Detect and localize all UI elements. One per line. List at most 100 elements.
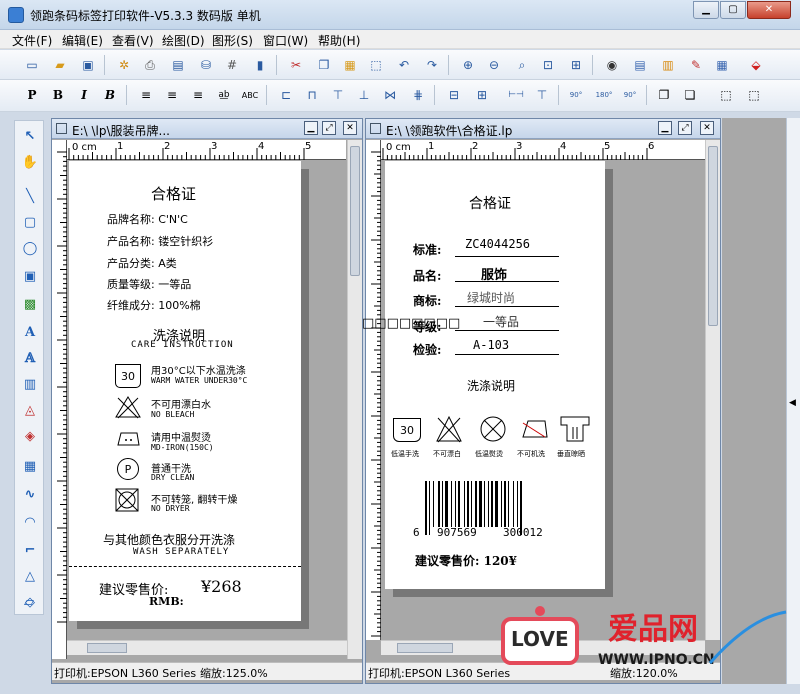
parallelogram-icon[interactable]: ▱	[18, 591, 40, 613]
align-right-icon[interactable]: ≡	[188, 85, 208, 105]
paste-icon[interactable]: ▦	[340, 55, 360, 75]
doc2-close-button[interactable]: ✕	[700, 121, 714, 135]
battery-icon[interactable]: ▮	[250, 55, 270, 75]
align-left-icon[interactable]: ≡	[136, 85, 156, 105]
care-caption-1[interactable]: 低温手洗	[391, 449, 419, 459]
menu-view[interactable]: 查看(V)	[112, 32, 154, 49]
triangle-icon[interactable]: △	[19, 565, 41, 587]
care-en-3[interactable]: MD-IRON(150C)	[151, 443, 214, 452]
row-grade-value[interactable]: 一等品	[483, 313, 519, 330]
doc1-minimize-button[interactable]: ▁	[304, 121, 318, 135]
curve-icon[interactable]: ∿	[19, 483, 41, 505]
no-bleach-icon[interactable]	[435, 415, 463, 443]
separate-wash-cn[interactable]: 与其他颜色衣服分开洗涤	[103, 531, 235, 548]
field-category[interactable]: 产品分类: A类	[107, 255, 177, 271]
h-scroll-thumb[interactable]	[87, 643, 127, 653]
label-canvas-1[interactable]: 合格证 品牌名称: C'N'C 产品名称: 镂空针织衫 产品分类: A类 质量等…	[69, 161, 301, 621]
document-1-horizontal-scrollbar[interactable]	[67, 640, 347, 655]
row-inspect-value[interactable]: A-103	[473, 338, 509, 352]
price-value[interactable]: ¥268	[201, 577, 242, 596]
lock-icon[interactable]: ▤	[630, 55, 650, 75]
ungroup-icon[interactable]: ⬚	[744, 85, 764, 105]
care-caption-5[interactable]: 垂直晾晒	[557, 449, 585, 459]
no-tumble-dry-icon[interactable]	[115, 488, 139, 512]
doc1-close-button[interactable]: ✕	[343, 121, 357, 135]
doc2-minimize-button[interactable]: ▁	[658, 121, 672, 135]
wash-title[interactable]: 洗涤说明	[467, 377, 515, 394]
line-icon[interactable]: ╲	[19, 185, 41, 207]
no-machine-wash-icon[interactable]	[519, 417, 549, 441]
rotate-90-button[interactable]: 90°	[566, 85, 586, 105]
document-1-vertical-scrollbar[interactable]	[347, 140, 362, 659]
bring-front-icon[interactable]: ❐	[654, 85, 674, 105]
care-en-4[interactable]: DRY CLEAN	[151, 473, 194, 482]
scroll-thumb[interactable]	[708, 146, 718, 326]
no-bleach-icon[interactable]	[115, 395, 141, 419]
select-icon[interactable]: ⬚	[366, 55, 386, 75]
print-icon[interactable]: ⎙	[140, 55, 160, 75]
cut-icon[interactable]: ✂	[286, 55, 306, 75]
row-standard-key[interactable]: 标准:	[413, 241, 441, 258]
chart-icon[interactable]: ▦	[712, 55, 732, 75]
label-heading[interactable]: 合格证	[151, 183, 196, 204]
same-height-icon[interactable]: ⊞	[472, 85, 492, 105]
rectangle-icon[interactable]: ▢	[19, 211, 41, 233]
distribute-h-icon[interactable]: ⋈	[380, 85, 400, 105]
dry-clean-icon[interactable]: P	[117, 458, 139, 480]
new-icon[interactable]: ▭	[22, 55, 42, 75]
label-heading[interactable]: 合格证	[469, 193, 511, 213]
save-icon[interactable]: ▣	[78, 55, 98, 75]
undo-icon[interactable]: ↶	[394, 55, 414, 75]
care-cn-3[interactable]: 请用中温熨烫	[151, 429, 211, 444]
settings-icon[interactable]: ✲	[114, 55, 134, 75]
abc-button[interactable]: ABC	[240, 85, 260, 105]
wash-subtitle[interactable]: CARE INSTRUCTION	[131, 340, 234, 350]
align-objects-top-icon[interactable]: ⊤	[328, 85, 348, 105]
row-name-key[interactable]: 品名:	[413, 267, 441, 284]
pointer-icon[interactable]: ↖	[19, 125, 41, 147]
polyline-icon[interactable]: ⌐	[19, 539, 41, 561]
space-h-icon[interactable]: ⊢⊣	[506, 85, 526, 105]
picture-icon[interactable]: ▩	[19, 293, 41, 315]
hang-dry-icon[interactable]	[559, 415, 591, 443]
ellipse-icon[interactable]: ◯	[19, 237, 41, 259]
table-icon[interactable]: ▦	[19, 455, 41, 477]
field-fiber[interactable]: 纤维成分: 100%棉	[107, 297, 201, 313]
iron-icon[interactable]	[115, 427, 141, 449]
align-objects-middle-icon[interactable]: ⊥	[354, 85, 374, 105]
send-back-icon[interactable]: ❏	[680, 85, 700, 105]
layer-icon[interactable]: ▥	[658, 55, 678, 75]
align-center-icon[interactable]: ≡	[162, 85, 182, 105]
maximize-button[interactable]: ▢	[720, 1, 746, 19]
price-line[interactable]: 建议零售价: 120¥	[415, 552, 517, 569]
arc-icon[interactable]: ◠	[19, 511, 41, 533]
care-caption-3[interactable]: 低温熨烫	[475, 449, 503, 459]
hand-icon[interactable]: ✋	[19, 151, 41, 173]
shape-icon[interactable]: ◈	[19, 425, 41, 447]
bold-button[interactable]: B	[48, 85, 68, 105]
zoom-in-icon[interactable]: ⊕	[458, 55, 478, 75]
care-en-5[interactable]: NO DRYER	[151, 504, 190, 513]
group-icon[interactable]: ⬚	[716, 85, 736, 105]
row-brand-value[interactable]: 绿城时尚	[467, 289, 515, 306]
field-grade[interactable]: 质量等级: 一等品	[107, 276, 191, 292]
space-v-icon[interactable]: ⊤	[532, 85, 552, 105]
separate-wash-en[interactable]: WASH SEPARATELY	[133, 547, 229, 557]
scroll-thumb[interactable]	[350, 146, 360, 276]
print-preview-icon[interactable]: ▤	[168, 55, 188, 75]
care-en-2[interactable]: NO BLEACH	[151, 410, 194, 419]
text-spacing-icon[interactable]: a͟b	[214, 85, 234, 105]
care-cn-1[interactable]: 用30°C以下水温洗涤	[151, 362, 246, 377]
minimize-button[interactable]: ▁	[693, 1, 719, 19]
care-caption-4[interactable]: 不可机洗	[517, 449, 545, 459]
fit-page-icon[interactable]: ⊡	[538, 55, 558, 75]
hand-wash-icon[interactable]: 30	[393, 418, 421, 442]
barcode-icon[interactable]: ▥	[19, 373, 41, 395]
open-icon[interactable]: ▰	[50, 55, 70, 75]
zoom-icon[interactable]: ⌕	[512, 55, 532, 75]
eye-icon[interactable]: ◉	[602, 55, 622, 75]
pen-icon[interactable]: ✎	[686, 55, 706, 75]
close-button[interactable]: ✕	[747, 1, 791, 19]
same-width-icon[interactable]: ⊟	[444, 85, 464, 105]
menu-draw[interactable]: 绘图(D)	[162, 32, 205, 49]
